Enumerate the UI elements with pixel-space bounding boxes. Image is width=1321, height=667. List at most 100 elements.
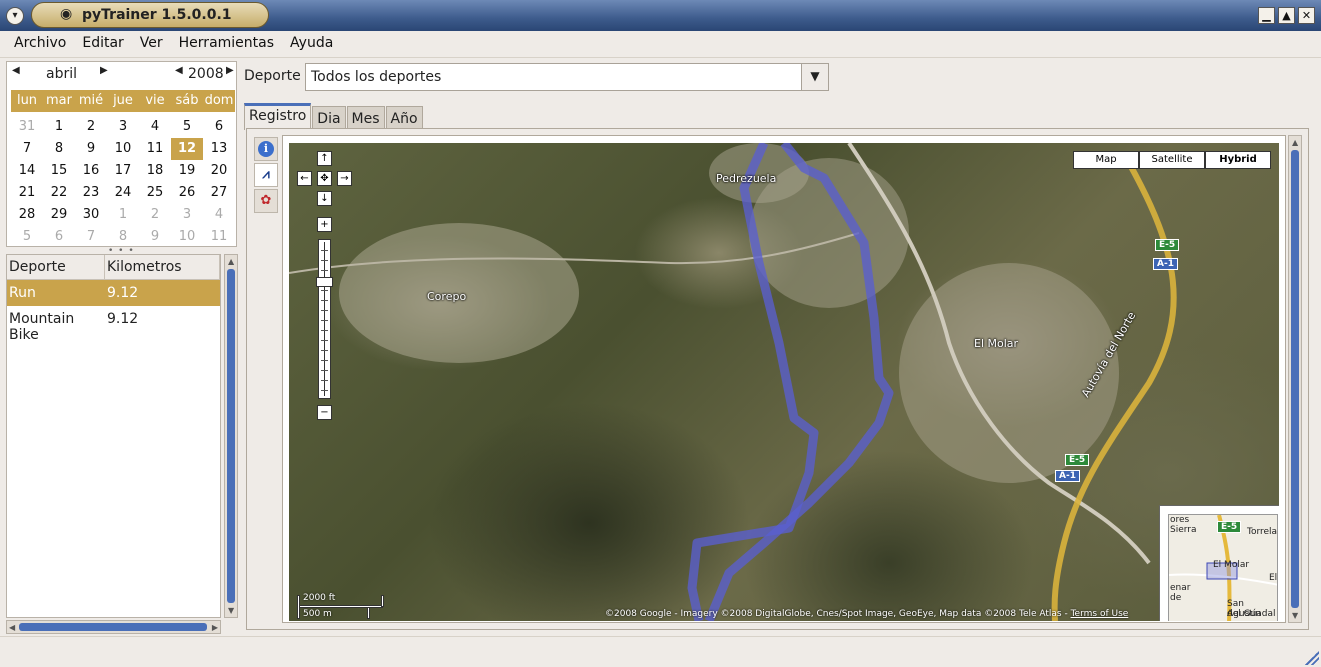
- next-year-arrow-icon[interactable]: ▶: [226, 65, 234, 76]
- map-type-satellite-button[interactable]: Satellite: [1139, 151, 1205, 169]
- window-menu-button[interactable]: ▾: [6, 7, 24, 25]
- main-vertical-scrollbar[interactable]: ▲ ▼: [1288, 135, 1302, 623]
- calendar-day[interactable]: 5: [171, 116, 203, 138]
- menu-ayuda[interactable]: Ayuda: [282, 31, 341, 57]
- calendar-day[interactable]: 13: [203, 138, 235, 160]
- calendar-day[interactable]: 28: [11, 204, 43, 226]
- scrollbar-thumb[interactable]: [227, 269, 235, 603]
- zoom-out-icon[interactable]: −: [317, 405, 332, 420]
- calendar-day[interactable]: 31: [11, 116, 43, 138]
- calendar-day[interactable]: 30: [75, 204, 107, 226]
- list-row-selected[interactable]: Run 9.12: [7, 280, 220, 306]
- overview-place-label: del Guadal: [1227, 609, 1276, 619]
- scroll-down-arrow-icon[interactable]: ▼: [1292, 611, 1298, 620]
- calendar-day[interactable]: 25: [139, 182, 171, 204]
- calendar-day[interactable]: 6: [203, 116, 235, 138]
- tab-dia[interactable]: Dia: [312, 106, 346, 130]
- calendar-day[interactable]: 4: [203, 204, 235, 226]
- tab-mes[interactable]: Mes: [346, 106, 385, 130]
- menu-ver[interactable]: Ver: [132, 31, 171, 57]
- calendar-day[interactable]: 8: [107, 226, 139, 248]
- sport-list-vertical-scrollbar[interactable]: ▲ ▼: [224, 254, 238, 618]
- calendar-day[interactable]: 11: [203, 226, 235, 248]
- calendar-day[interactable]: 17: [107, 160, 139, 182]
- calendar-day[interactable]: 26: [171, 182, 203, 204]
- calendar-day[interactable]: 27: [203, 182, 235, 204]
- tab-ano[interactable]: Año: [385, 106, 423, 130]
- pan-left-arrow-icon[interactable]: ←: [297, 171, 312, 186]
- scrollbar-thumb[interactable]: [19, 623, 207, 631]
- calendar-day[interactable]: 2: [139, 204, 171, 226]
- scroll-up-arrow-icon[interactable]: ▲: [228, 257, 234, 266]
- calendar-day[interactable]: 7: [75, 226, 107, 248]
- pan-center-icon[interactable]: ✥: [317, 171, 332, 186]
- zoom-slider-track[interactable]: [318, 239, 331, 399]
- zoom-slider-thumb[interactable]: [316, 277, 333, 287]
- menu-editar[interactable]: Editar: [74, 31, 131, 57]
- map-type-map-button[interactable]: Map: [1073, 151, 1139, 169]
- calendar-day[interactable]: 23: [75, 182, 107, 204]
- scrollbar-thumb[interactable]: [1291, 150, 1299, 608]
- calendar-day[interactable]: 9: [75, 138, 107, 160]
- pan-up-arrow-icon[interactable]: ↑: [317, 151, 332, 166]
- menu-archivo[interactable]: Archivo: [6, 31, 74, 57]
- calendar-day[interactable]: 9: [139, 226, 171, 248]
- terms-of-use-link[interactable]: Terms of Use: [1071, 609, 1129, 619]
- maximize-button[interactable]: ▲: [1278, 7, 1295, 24]
- overview-place-label: de: [1170, 593, 1182, 603]
- column-header-kilometros[interactable]: Kilometros: [105, 255, 220, 279]
- calendar-day[interactable]: 2: [75, 116, 107, 138]
- calendar-day[interactable]: 1: [107, 204, 139, 226]
- info-icon[interactable]: i: [254, 137, 278, 161]
- dropdown-arrow-icon[interactable]: ▼: [801, 64, 828, 90]
- calendar-day[interactable]: 20: [203, 160, 235, 182]
- prev-year-arrow-icon[interactable]: ◀: [175, 65, 183, 76]
- calendar-day[interactable]: 3: [171, 204, 203, 226]
- calendar-day[interactable]: 10: [107, 138, 139, 160]
- close-button[interactable]: ✕: [1298, 7, 1315, 24]
- calendar-day[interactable]: 22: [43, 182, 75, 204]
- graph-icon[interactable]: ⩘: [254, 163, 278, 187]
- map-overview[interactable]: ores Sierra Torrelag El Molar enar de Sa…: [1159, 505, 1279, 621]
- calendar-day[interactable]: 10: [171, 226, 203, 248]
- calendar-day[interactable]: 21: [11, 182, 43, 204]
- calendar-day[interactable]: 3: [107, 116, 139, 138]
- pan-down-arrow-icon[interactable]: ↓: [317, 191, 332, 206]
- prev-month-arrow-icon[interactable]: ◀: [12, 65, 20, 76]
- list-row[interactable]: Mountain Bike 9.12: [7, 306, 220, 343]
- calendar-day[interactable]: 4: [139, 116, 171, 138]
- calendar-day-selected[interactable]: 12: [171, 138, 203, 160]
- pan-right-arrow-icon[interactable]: →: [337, 171, 352, 186]
- menu-herramientas[interactable]: Herramientas: [171, 31, 282, 57]
- calendar-day[interactable]: 8: [43, 138, 75, 160]
- calendar-day[interactable]: 16: [75, 160, 107, 182]
- column-header-deporte[interactable]: Deporte: [7, 255, 105, 279]
- calendar-day[interactable]: 7: [11, 138, 43, 160]
- tab-registro[interactable]: Registro: [244, 103, 312, 130]
- calendar-day[interactable]: 14: [11, 160, 43, 182]
- calendar-day[interactable]: 5: [11, 226, 43, 248]
- sport-filter-combo[interactable]: Todos los deportes ▼: [305, 63, 829, 91]
- map-scale: 2000 ft 500 m: [297, 593, 387, 619]
- scroll-up-arrow-icon[interactable]: ▲: [1292, 138, 1298, 147]
- calendar-day[interactable]: 15: [43, 160, 75, 182]
- zoom-in-icon[interactable]: +: [317, 217, 332, 232]
- calendar-day[interactable]: 29: [43, 204, 75, 226]
- scroll-left-arrow-icon[interactable]: ◀: [9, 623, 15, 632]
- next-month-arrow-icon[interactable]: ▶: [100, 65, 108, 76]
- map-icon[interactable]: ✿: [254, 189, 278, 213]
- scroll-down-arrow-icon[interactable]: ▼: [228, 606, 234, 615]
- calendar-day[interactable]: 18: [139, 160, 171, 182]
- calendar-day[interactable]: 24: [107, 182, 139, 204]
- scroll-right-arrow-icon[interactable]: ▶: [212, 623, 218, 632]
- calendar-day[interactable]: 19: [171, 160, 203, 182]
- calendar-day[interactable]: 11: [139, 138, 171, 160]
- calendar-day[interactable]: 1: [43, 116, 75, 138]
- route-map[interactable]: Pedrezuela Corepo El Molar Autovía del N…: [289, 143, 1279, 621]
- window-resize-grip-icon[interactable]: [1305, 651, 1319, 665]
- calendar-day[interactable]: 6: [43, 226, 75, 248]
- minimize-button[interactable]: ▁: [1258, 7, 1275, 24]
- weekday-label: jue: [113, 93, 133, 108]
- map-type-hybrid-button[interactable]: Hybrid: [1205, 151, 1271, 169]
- sport-list-horizontal-scrollbar[interactable]: ◀ ▶: [6, 620, 221, 634]
